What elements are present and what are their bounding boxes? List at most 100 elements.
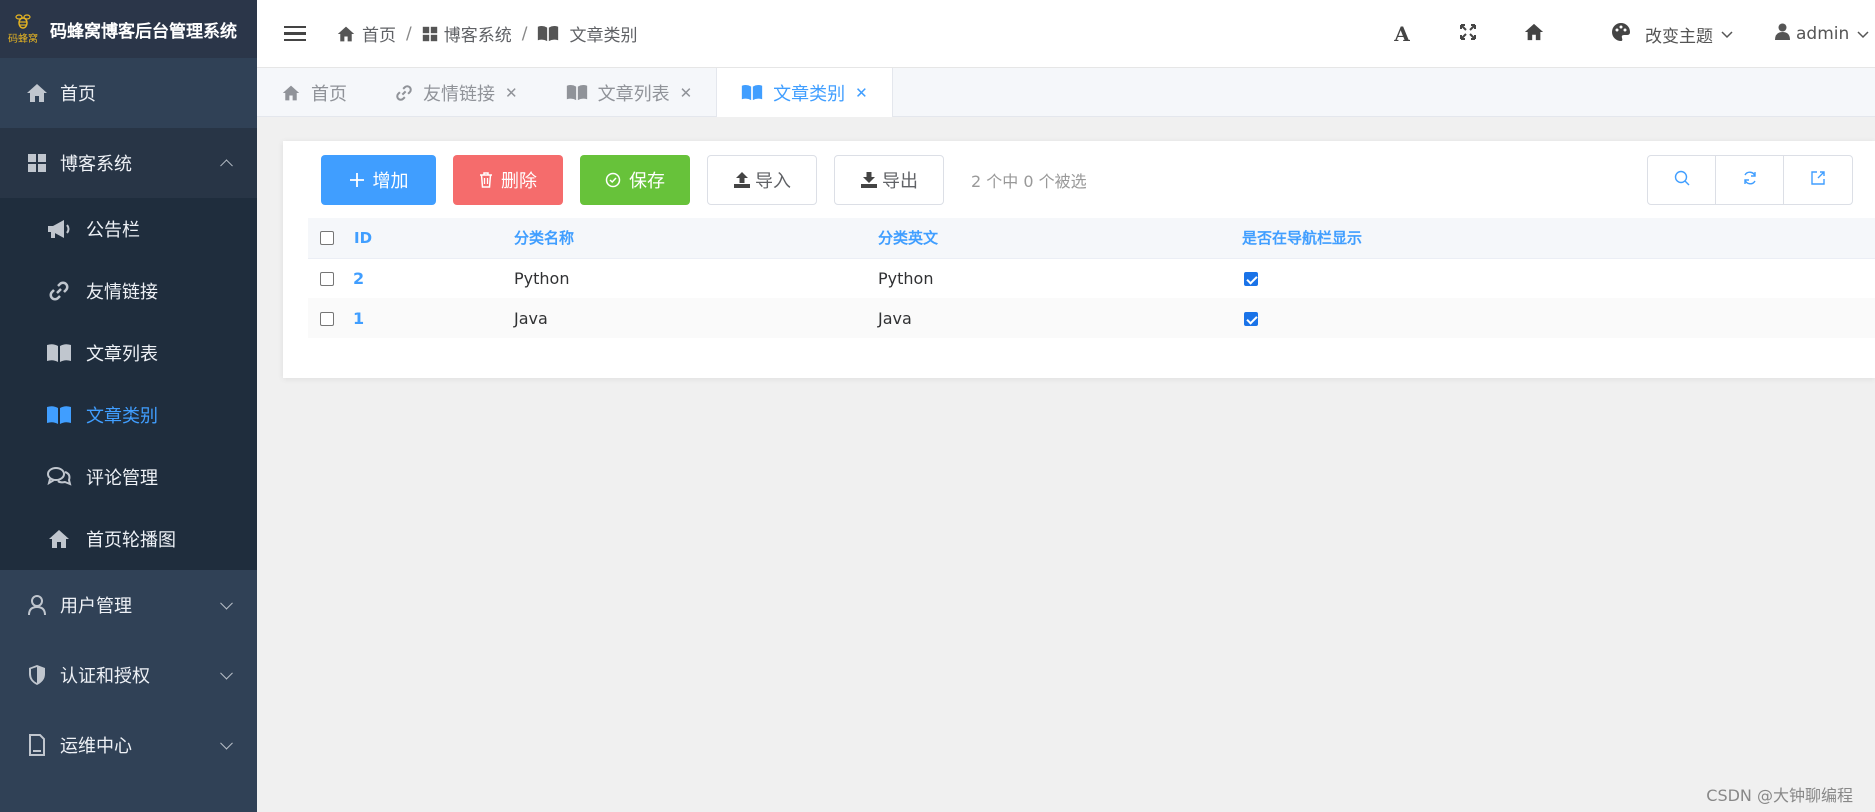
sidebar-item-label: 运维中心 — [60, 736, 132, 757]
font-size-icon: A — [1394, 22, 1410, 46]
sidebar-item-home[interactable]: 首页 — [0, 58, 257, 128]
comments-icon — [44, 465, 74, 489]
cell-name[interactable]: Python — [514, 258, 878, 298]
trash-icon — [479, 172, 493, 188]
refresh-button[interactable] — [1716, 156, 1784, 204]
table-tools — [1647, 155, 1853, 205]
breadcrumb-separator: / — [521, 23, 528, 44]
table-row[interactable]: 1 Java Java — [308, 298, 1875, 338]
cell-id[interactable]: 1 — [348, 298, 514, 338]
save-button[interactable]: 保存 — [580, 155, 690, 205]
bee-logo: 码蜂窝 — [6, 12, 40, 46]
font-size-button[interactable]: A — [1369, 22, 1435, 46]
chevron-down-icon — [220, 596, 233, 610]
cell-english[interactable]: Java — [878, 298, 1242, 338]
link-icon — [44, 279, 74, 303]
header-nav-display[interactable]: 是否在导航栏显示 — [1242, 218, 1875, 259]
cell-english[interactable]: Python — [878, 258, 1242, 298]
external-link-icon — [1810, 170, 1826, 190]
sidebar-item-comments[interactable]: 评论管理 — [0, 446, 257, 508]
delete-button[interactable]: 删除 — [453, 155, 563, 205]
sidebar-item-auth[interactable]: 认证和授权 — [0, 640, 257, 710]
export-button[interactable]: 导出 — [834, 155, 944, 205]
cell-nav-display — [1242, 298, 1875, 338]
chevron-down-icon — [1857, 24, 1869, 44]
sidebar-item-article-list[interactable]: 文章列表 — [0, 322, 257, 384]
grid-icon — [22, 151, 52, 175]
link-icon — [395, 84, 413, 102]
close-icon[interactable]: ✕ — [680, 84, 693, 102]
select-all-checkbox[interactable] — [320, 231, 334, 246]
search-icon — [1674, 170, 1690, 190]
sidebar-item-blog-system[interactable]: 博客系统 — [0, 128, 257, 198]
cell-name[interactable]: Java — [514, 298, 878, 338]
fullscreen-button[interactable] — [1435, 23, 1501, 46]
breadcrumb-label: 博客系统 — [443, 26, 512, 46]
sidebar-item-announcement[interactable]: 公告栏 — [0, 198, 257, 260]
breadcrumb-label: 文章类别 — [569, 26, 638, 46]
nav-display-checkbox[interactable] — [1244, 312, 1258, 326]
tab-article-list[interactable]: 文章列表 ✕ — [542, 68, 717, 117]
selection-info: 2 个中 0 个被选 — [971, 172, 1087, 191]
delete-label: 删除 — [501, 171, 537, 192]
nav-display-checkbox[interactable] — [1244, 272, 1258, 287]
search-button[interactable] — [1648, 156, 1716, 204]
sidebar-item-label: 用户管理 — [60, 596, 132, 617]
top-navbar: 首页 / 博客系统 / 文章类别 A 改变主题 admin — [257, 0, 1875, 68]
tab-label: 友情链接 — [423, 83, 495, 105]
user-menu[interactable]: admin — [1775, 23, 1875, 45]
import-button[interactable]: 导入 — [707, 155, 817, 205]
breadcrumb: 首页 / 博客系统 / 文章类别 — [336, 21, 637, 46]
book-icon — [44, 341, 74, 365]
close-icon[interactable]: ✕ — [855, 84, 868, 102]
add-label: 增加 — [372, 171, 409, 192]
export-view-button[interactable] — [1784, 156, 1852, 204]
row-select-cell — [308, 258, 348, 298]
download-icon — [860, 171, 878, 189]
row-checkbox[interactable] — [320, 312, 334, 326]
chevron-down-icon — [220, 736, 233, 750]
megaphone-icon — [44, 217, 74, 241]
sidebar-item-label: 文章列表 — [86, 344, 158, 365]
user-icon — [1775, 23, 1790, 45]
sidebar-item-ops-center[interactable]: 运维中心 — [0, 710, 257, 780]
home-icon — [336, 25, 356, 43]
cell-id[interactable]: 2 — [348, 258, 514, 298]
theme-label: 改变主题 — [1645, 26, 1713, 47]
check-circle-icon — [605, 172, 621, 188]
user-icon — [22, 593, 52, 617]
header-actions: A 改变主题 admin — [1369, 0, 1875, 68]
blog-submenu: 公告栏 友情链接 文章列表 文章类别 评论管理 首页轮播图 — [0, 198, 257, 570]
fullscreen-icon — [1459, 23, 1477, 46]
row-checkbox[interactable] — [320, 272, 334, 287]
header-id[interactable]: ID — [348, 218, 514, 259]
sidebar-item-article-category[interactable]: 文章类别 — [0, 384, 257, 446]
book-open-icon — [44, 403, 74, 427]
palette-icon — [1611, 22, 1631, 47]
breadcrumb-home[interactable]: 首页 — [336, 21, 396, 46]
save-label: 保存 — [629, 171, 665, 192]
header-english[interactable]: 分类英文 — [878, 218, 1242, 259]
sidebar-item-label: 友情链接 — [86, 282, 158, 303]
sidebar-item-friend-links[interactable]: 友情链接 — [0, 260, 257, 322]
table-row[interactable]: 2 Python Python — [308, 258, 1875, 298]
tab-article-category[interactable]: 文章类别 ✕ — [716, 68, 893, 117]
chevron-down-icon — [1721, 24, 1733, 44]
home-button[interactable] — [1501, 22, 1567, 47]
add-button[interactable]: 增加 — [321, 155, 436, 205]
breadcrumb-blog-system[interactable]: 博客系统 — [422, 21, 512, 46]
upload-icon — [733, 171, 751, 189]
tab-label: 首页 — [311, 83, 347, 105]
header-name[interactable]: 分类名称 — [514, 218, 878, 259]
tab-friend-links[interactable]: 友情链接 ✕ — [371, 68, 542, 117]
logo-area[interactable]: 码蜂窝 码蜂窝博客后台管理系统 — [0, 0, 257, 58]
sidebar-item-user-management[interactable]: 用户管理 — [0, 570, 257, 640]
export-label: 导出 — [882, 171, 918, 192]
sidebar: 码蜂窝 码蜂窝博客后台管理系统 首页 博客系统 公告栏 友情链接 文章列表 文章… — [0, 0, 257, 812]
tab-home[interactable]: 首页 — [257, 68, 371, 117]
sidebar-item-carousel[interactable]: 首页轮播图 — [0, 508, 257, 570]
theme-dropdown[interactable]: 改变主题 — [1597, 22, 1747, 47]
hamburger-icon[interactable] — [284, 22, 306, 46]
close-icon[interactable]: ✕ — [505, 84, 518, 102]
home-icon — [281, 84, 301, 102]
